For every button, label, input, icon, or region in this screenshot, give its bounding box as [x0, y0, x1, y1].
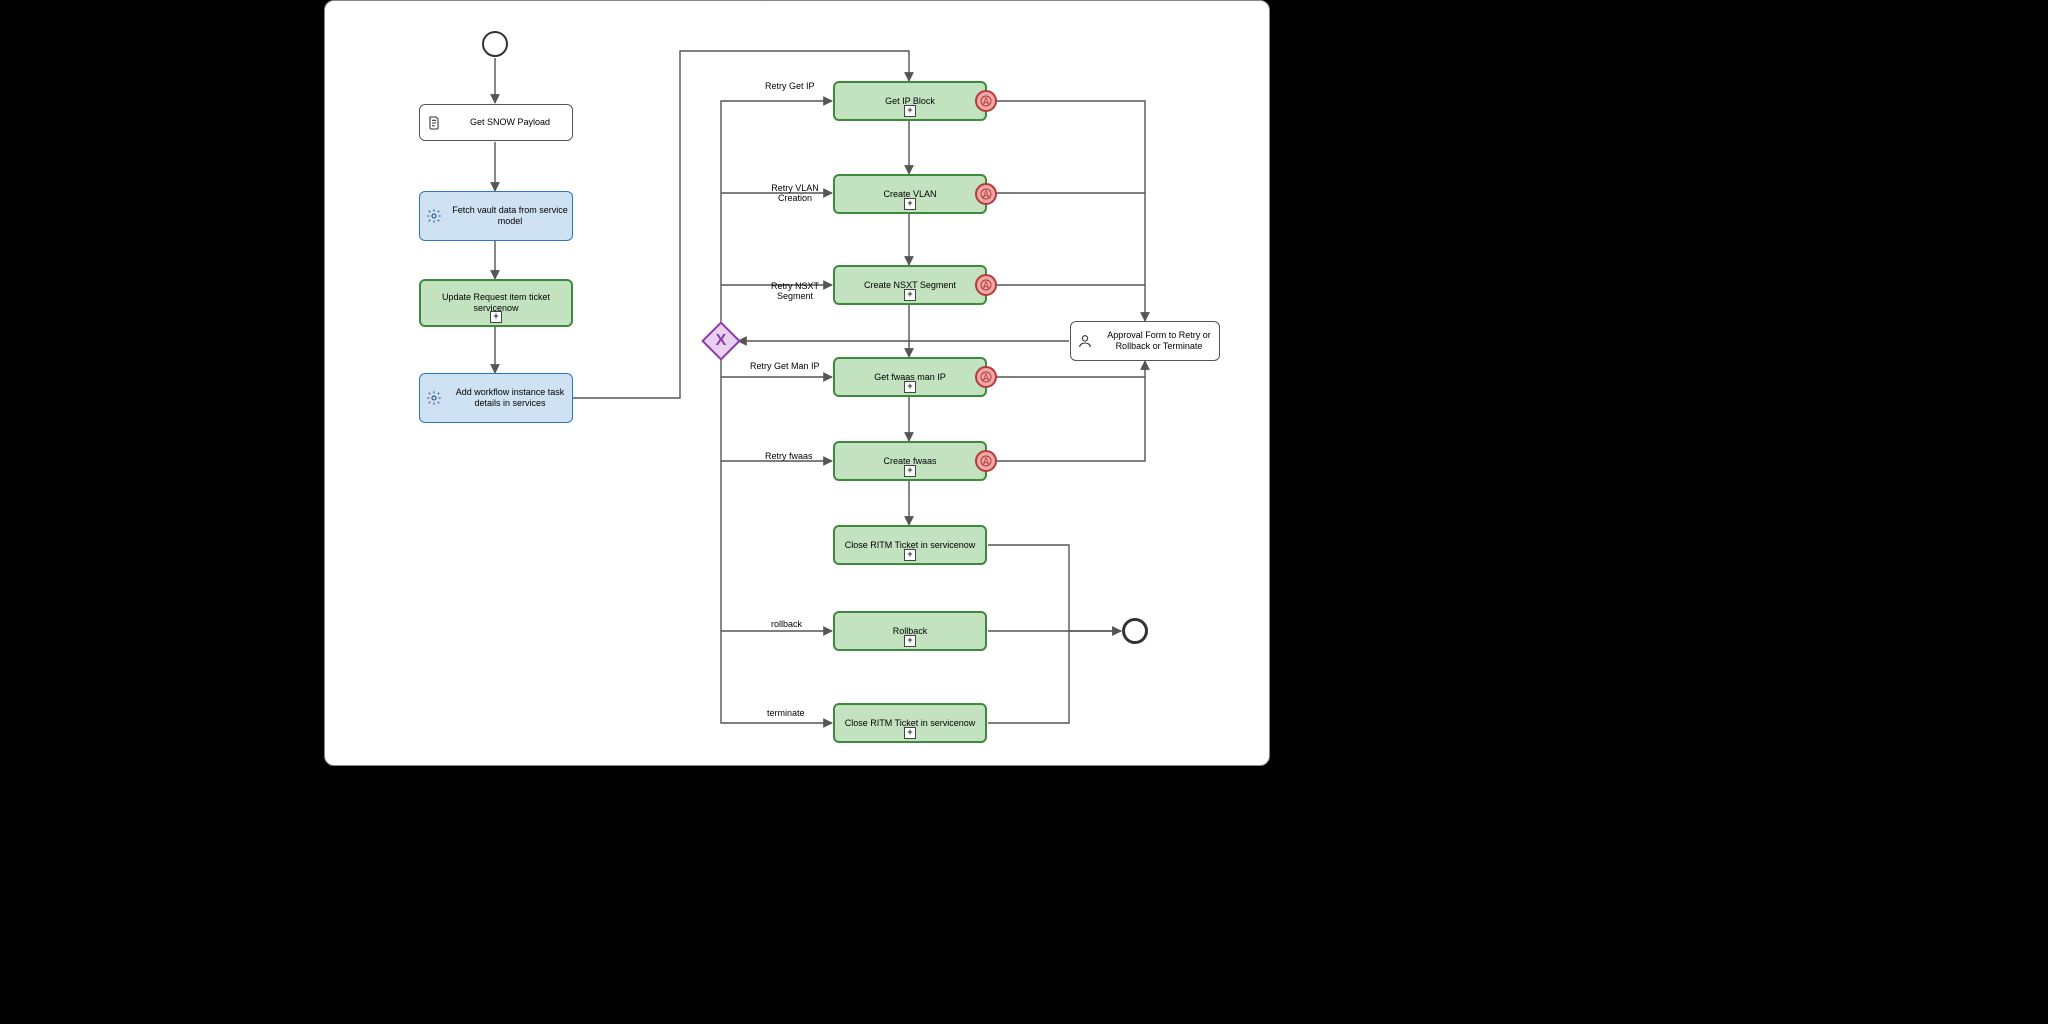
subprocess-marker: [904, 465, 916, 477]
task-rollback[interactable]: Rollback: [833, 611, 987, 651]
edge-label-retry-nsxt: Retry NSXT Segment: [765, 281, 825, 301]
edge-label-retry-fwaas: Retry fwaas: [765, 451, 813, 461]
task-get-snow-payload[interactable]: Get SNOW Payload: [419, 104, 573, 141]
end-event: [1122, 618, 1148, 644]
task-create-nsxt-segment[interactable]: Create NSXT Segment: [833, 265, 987, 305]
edge-label-retry-get-manip: Retry Get Man IP: [750, 361, 820, 371]
task-create-fwaas[interactable]: Create fwaas: [833, 441, 987, 481]
gear-icon: [420, 390, 448, 406]
task-label: Approval Form to Retry or Rollback or Te…: [1099, 330, 1219, 352]
gear-icon: [420, 208, 448, 224]
task-get-fwaas-man-ip[interactable]: Get fwaas man IP: [833, 357, 987, 397]
subprocess-marker: [904, 289, 916, 301]
task-close-ritm-1[interactable]: Close RITM Ticket in servicenow: [833, 525, 987, 565]
task-label: Fetch vault data from service model: [448, 205, 572, 227]
subprocess-marker: [490, 311, 502, 323]
gateway-x: X: [716, 332, 727, 350]
script-icon: [420, 115, 448, 131]
subprocess-marker: [904, 381, 916, 393]
task-close-ritm-2[interactable]: Close RITM Ticket in servicenow: [833, 703, 987, 743]
ansible-icon: [975, 366, 997, 388]
task-fetch-vault[interactable]: Fetch vault data from service model: [419, 191, 573, 241]
edge-label-terminate: terminate: [767, 708, 805, 718]
start-event: [482, 31, 508, 57]
edge-label-rollback: rollback: [771, 619, 802, 629]
task-update-request[interactable]: Update Request item ticket servicenow: [419, 279, 573, 327]
edge-label-retry-vlan: Retry VLAN Creation: [765, 183, 825, 203]
ansible-icon: [975, 274, 997, 296]
task-label: Add workflow instance task details in se…: [448, 387, 572, 409]
subprocess-marker: [904, 105, 916, 117]
task-create-vlan[interactable]: Create VLAN: [833, 174, 987, 214]
ansible-icon: [975, 450, 997, 472]
subprocess-marker: [904, 198, 916, 210]
ansible-icon: [975, 90, 997, 112]
subprocess-marker: [904, 727, 916, 739]
task-add-workflow-instance[interactable]: Add workflow instance task details in se…: [419, 373, 573, 423]
ansible-icon: [975, 183, 997, 205]
edge-label-retry-get-ip: Retry Get IP: [765, 81, 815, 91]
task-label: Get SNOW Payload: [448, 117, 572, 128]
subprocess-marker: [904, 635, 916, 647]
subprocess-marker: [904, 549, 916, 561]
task-get-ip-block[interactable]: Get IP Block: [833, 81, 987, 121]
user-icon: [1071, 333, 1099, 349]
task-approval-form[interactable]: Approval Form to Retry or Rollback or Te…: [1070, 321, 1220, 361]
